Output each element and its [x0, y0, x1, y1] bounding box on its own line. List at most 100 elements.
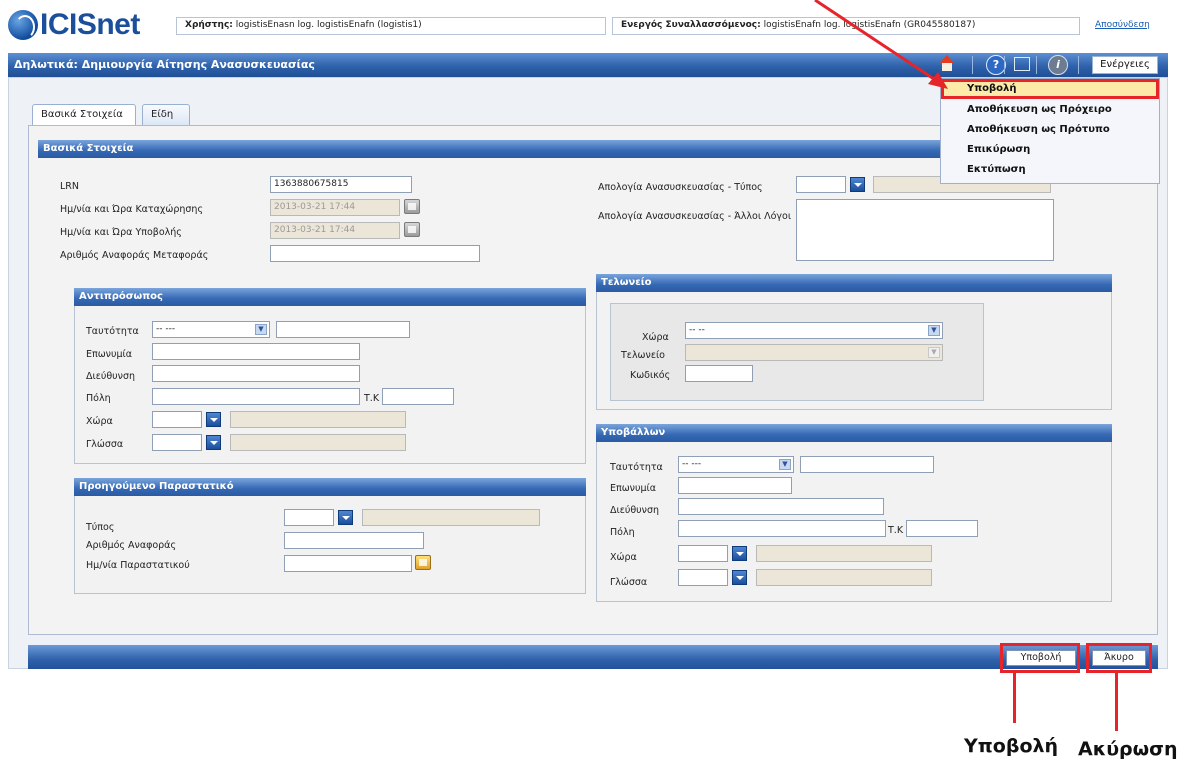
customs-office-select: ▼ [685, 344, 943, 361]
calendar-icon [404, 199, 420, 214]
customs-country-label: Χώρα [642, 332, 669, 343]
dropdown-arrow-icon[interactable] [732, 570, 747, 585]
icisnet-logo: ICISnet [8, 7, 140, 43]
cancel-annotation: Ακύρωση [1078, 738, 1178, 760]
globe-icon [8, 10, 38, 40]
dropdown-arrow-icon[interactable] [732, 546, 747, 561]
sub-identity-select[interactable]: -- --- ▼ [678, 456, 794, 473]
logout-link[interactable]: Αποσύνδεση [1095, 20, 1150, 30]
info-icon[interactable]: i [1048, 55, 1068, 75]
reason-type-select[interactable] [796, 176, 846, 193]
reason-type-label: Απολογία Ανασυσκευασίας - Τύπος [598, 182, 763, 193]
menu-item-submit[interactable]: Υποβολή [941, 79, 1159, 99]
sub-identity-value: -- --- [682, 459, 702, 469]
active-trader-info: Ενεργός Συναλλασσόμενος: logistisEnafn l… [612, 17, 1080, 35]
dropdown-arrow-icon[interactable] [850, 177, 865, 192]
registration-date-label: Ημ/νία και Ώρα Καταχώρησης [60, 204, 204, 215]
calendar-icon [404, 222, 420, 237]
sub-address-input[interactable] [678, 498, 884, 515]
rep-surname-input[interactable] [152, 343, 360, 360]
rep-identity-select[interactable]: -- --- ▼ [152, 321, 270, 338]
rep-identity-label: Ταυτότητα [86, 326, 139, 337]
actions-menu: Υποβολή Αποθήκευση ως Πρόχειρο Αποθήκευσ… [940, 78, 1160, 184]
sub-country-description [756, 545, 932, 562]
calendar-icon[interactable] [415, 555, 431, 570]
sub-country-select[interactable] [678, 545, 728, 562]
sub-address-label: Διεύθυνση [610, 505, 660, 516]
cancel-highlight [1086, 643, 1152, 673]
prev-type-select[interactable] [284, 509, 334, 526]
submission-date-label: Ημ/νία και Ώρα Υποβολής [60, 227, 182, 238]
dropdown-arrow-icon[interactable] [338, 510, 353, 525]
customs-code-label: Κωδικός [630, 370, 671, 381]
rep-country-select[interactable] [152, 411, 202, 428]
home-icon[interactable] [938, 55, 956, 73]
customs-country-value: -- -- [689, 325, 705, 335]
toolbar-divider [1078, 56, 1079, 74]
rep-identity-number-input[interactable] [276, 321, 410, 338]
sub-identity-label: Ταυτότητα [610, 462, 663, 473]
rep-city-label: Πόλη [86, 393, 111, 404]
rep-address-input[interactable] [152, 365, 360, 382]
menu-item-validate[interactable]: Επικύρωση [941, 141, 1159, 161]
customs-office-label: Τελωνείο [621, 350, 665, 361]
rep-language-select[interactable] [152, 434, 202, 451]
reason-other-label: Απολογία Ανασυσκευασίας - Άλλοι Λόγοι [598, 211, 792, 222]
chevron-down-icon: ▼ [928, 347, 940, 358]
tab-basic-info[interactable]: Βασικά Στοιχεία [32, 104, 136, 127]
tab-items[interactable]: Είδη [142, 104, 190, 126]
chevron-down-icon: ▼ [255, 324, 267, 335]
submit-callout-line [1013, 673, 1016, 723]
menu-item-print[interactable]: Εκτύπωση [941, 161, 1159, 181]
sub-postcode-input[interactable] [906, 520, 978, 537]
reason-other-textarea[interactable] [796, 199, 1054, 261]
user-label: Χρήστης: [185, 20, 233, 30]
section-header-previous-document: Προηγούμενο Παραστατικό [74, 478, 586, 496]
menu-item-save-template[interactable]: Αποθήκευση ως Πρότυπο [941, 121, 1159, 141]
sub-language-description [756, 569, 932, 586]
sub-language-select[interactable] [678, 569, 728, 586]
customs-country-select[interactable]: -- -- ▼ [685, 322, 943, 339]
transport-ref-label: Αριθμός Αναφοράς Μεταφοράς [60, 250, 209, 261]
rep-city-input[interactable] [152, 388, 360, 405]
transport-ref-input[interactable] [270, 245, 480, 262]
sub-city-label: Πόλη [610, 527, 635, 538]
actions-button[interactable]: Ενέργειες [1092, 56, 1158, 74]
dropdown-arrow-icon[interactable] [206, 412, 221, 427]
sub-city-input[interactable] [678, 520, 886, 537]
submit-annotation: Υποβολή [964, 735, 1059, 757]
section-header-submitter: Υποβάλλων [596, 424, 1112, 442]
customs-code-input[interactable] [685, 365, 753, 382]
user-value: logistisEnasn log. logistisEnafn (logist… [235, 20, 422, 30]
page-title: Δηλωτικά: Δημιουργία Αίτησης Ανασυσκευασ… [14, 58, 315, 71]
sub-surname-input[interactable] [678, 477, 792, 494]
user-info: Χρήστης: logistisEnasn log. logistisEnaf… [176, 17, 606, 35]
prev-date-input[interactable] [284, 555, 412, 572]
chevron-down-icon: ▼ [779, 459, 791, 470]
rep-surname-label: Επωνυμία [86, 349, 133, 360]
prev-type-label: Τύπος [86, 522, 115, 533]
section-header-customs: Τελωνείο [596, 274, 1112, 292]
prev-ref-input[interactable] [284, 532, 424, 549]
sub-identity-number-input[interactable] [800, 456, 934, 473]
rep-country-description [230, 411, 406, 428]
sub-postcode-label: Τ.Κ [888, 525, 904, 536]
window-icon[interactable] [1014, 57, 1030, 71]
lrn-label: LRN [60, 181, 79, 192]
sub-country-label: Χώρα [610, 552, 637, 563]
submit-highlight [1000, 643, 1080, 673]
rep-postcode-label: Τ.Κ [364, 393, 380, 404]
prev-ref-label: Αριθμός Αναφοράς [86, 540, 177, 551]
submission-date-input: 2013-03-21 17:44 [270, 222, 400, 239]
toolbar-divider [972, 56, 973, 74]
active-trader-value: logistisEnafn log. logistisEnafn (GR0455… [763, 20, 976, 30]
section-header-representative: Αντιπρόσωπος [74, 288, 586, 306]
prev-type-description [362, 509, 540, 526]
lrn-input[interactable]: 1363880675815 [270, 176, 412, 193]
help-icon[interactable]: ? [986, 55, 1006, 75]
prev-date-label: Ημ/νία Παραστατικού [86, 560, 190, 571]
menu-item-save-draft[interactable]: Αποθήκευση ως Πρόχειρο [941, 101, 1159, 121]
cancel-callout-line [1115, 673, 1118, 731]
rep-postcode-input[interactable] [382, 388, 454, 405]
dropdown-arrow-icon[interactable] [206, 435, 221, 450]
